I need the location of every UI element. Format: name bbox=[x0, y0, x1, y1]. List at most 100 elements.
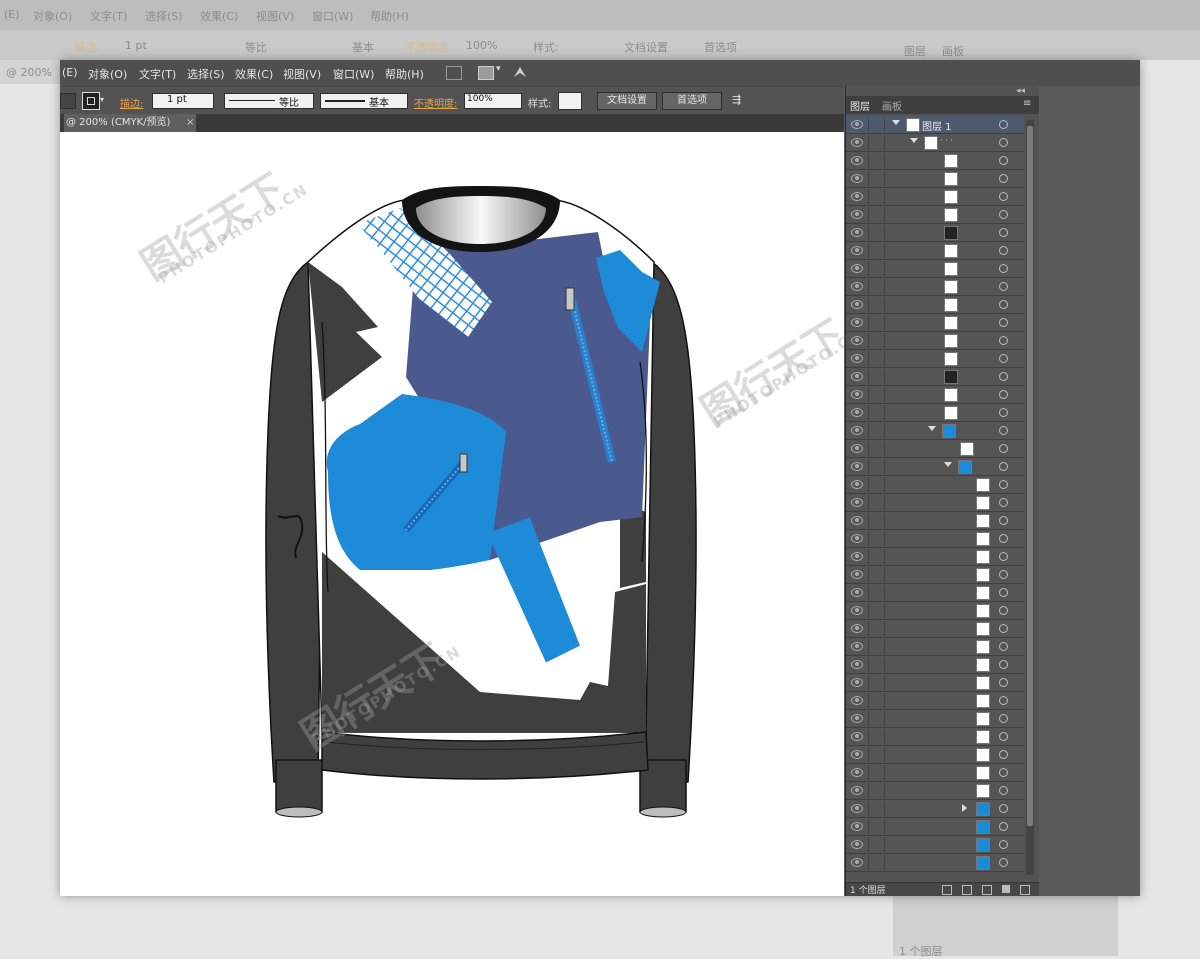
target-icon[interactable] bbox=[999, 696, 1008, 705]
bridge-icon[interactable] bbox=[446, 66, 462, 80]
lock-toggle[interactable] bbox=[868, 657, 885, 672]
expand-group-icon[interactable] bbox=[928, 426, 936, 431]
sublayer-row[interactable] bbox=[846, 692, 1024, 710]
target-icon[interactable] bbox=[999, 750, 1008, 759]
visibility-eye-icon[interactable] bbox=[851, 732, 863, 741]
target-icon[interactable] bbox=[999, 552, 1008, 561]
sublayer-row[interactable] bbox=[846, 242, 1024, 260]
make-clipping-mask-icon[interactable] bbox=[962, 885, 972, 895]
lock-toggle[interactable] bbox=[868, 819, 885, 834]
close-tab-icon[interactable]: × bbox=[186, 114, 194, 132]
sublayer-row[interactable] bbox=[846, 386, 1024, 404]
target-icon[interactable] bbox=[999, 138, 1008, 147]
target-icon[interactable] bbox=[999, 372, 1008, 381]
sublayer-row[interactable] bbox=[846, 746, 1024, 764]
sublayer-row[interactable] bbox=[846, 440, 1024, 458]
fill-dropdown[interactable] bbox=[60, 93, 76, 109]
visibility-eye-icon[interactable] bbox=[851, 138, 863, 147]
visibility-eye-icon[interactable] bbox=[851, 606, 863, 615]
visibility-eye-icon[interactable] bbox=[851, 768, 863, 777]
visibility-eye-icon[interactable] bbox=[851, 804, 863, 813]
target-icon[interactable] bbox=[999, 246, 1008, 255]
visibility-eye-icon[interactable] bbox=[851, 210, 863, 219]
lock-toggle[interactable] bbox=[868, 675, 885, 690]
visibility-eye-icon[interactable] bbox=[851, 282, 863, 291]
preferences-button[interactable]: 首选项 bbox=[662, 92, 722, 110]
visibility-eye-icon[interactable] bbox=[851, 696, 863, 705]
stroke-weight-field[interactable]: 1 pt bbox=[152, 93, 214, 109]
lock-toggle[interactable] bbox=[868, 207, 885, 222]
visibility-eye-icon[interactable] bbox=[851, 624, 863, 633]
visibility-eye-icon[interactable] bbox=[851, 588, 863, 597]
visibility-eye-icon[interactable] bbox=[851, 156, 863, 165]
lock-toggle[interactable] bbox=[868, 783, 885, 798]
visibility-eye-icon[interactable] bbox=[851, 570, 863, 579]
document-tab[interactable]: @ 200% (CMYK/预览) × bbox=[64, 114, 196, 132]
document-setup-button[interactable]: 文档设置 bbox=[597, 92, 657, 110]
target-icon[interactable] bbox=[999, 786, 1008, 795]
visibility-eye-icon[interactable] bbox=[851, 534, 863, 543]
sublayer-row[interactable] bbox=[846, 494, 1024, 512]
menu-effect[interactable]: 效果(C) bbox=[235, 66, 273, 82]
target-icon[interactable] bbox=[999, 498, 1008, 507]
visibility-eye-icon[interactable] bbox=[851, 246, 863, 255]
visibility-eye-icon[interactable] bbox=[851, 300, 863, 309]
visibility-eye-icon[interactable] bbox=[851, 120, 863, 129]
sublayer-row[interactable] bbox=[846, 818, 1024, 836]
visibility-eye-icon[interactable] bbox=[851, 264, 863, 273]
sublayer-row[interactable] bbox=[846, 566, 1024, 584]
sublayer-row[interactable] bbox=[846, 782, 1024, 800]
visibility-eye-icon[interactable] bbox=[851, 174, 863, 183]
target-icon[interactable] bbox=[999, 804, 1008, 813]
lock-toggle[interactable] bbox=[868, 621, 885, 636]
target-icon[interactable] bbox=[999, 660, 1008, 669]
opacity-label[interactable]: 不透明度: bbox=[414, 95, 457, 110]
sublayer-row-group[interactable] bbox=[846, 458, 1024, 476]
sublayer-row[interactable] bbox=[846, 404, 1024, 422]
menu-edit[interactable]: (E) bbox=[62, 66, 78, 79]
create-sublayer-icon[interactable] bbox=[982, 885, 992, 895]
layers-scrollbar-thumb[interactable] bbox=[1027, 126, 1033, 826]
sublayer-row[interactable] bbox=[846, 278, 1024, 296]
sublayer-row[interactable] bbox=[846, 674, 1024, 692]
target-icon[interactable] bbox=[999, 642, 1008, 651]
visibility-eye-icon[interactable] bbox=[851, 372, 863, 381]
sublayer-row[interactable] bbox=[846, 638, 1024, 656]
target-icon[interactable] bbox=[999, 318, 1008, 327]
target-icon[interactable] bbox=[999, 336, 1008, 345]
lock-toggle[interactable] bbox=[868, 279, 885, 294]
expand-group-icon[interactable] bbox=[910, 138, 918, 143]
sublayer-row[interactable] bbox=[846, 260, 1024, 278]
sublayer-row[interactable] bbox=[846, 314, 1024, 332]
target-icon[interactable] bbox=[999, 570, 1008, 579]
lock-toggle[interactable] bbox=[868, 297, 885, 312]
sublayer-row[interactable] bbox=[846, 710, 1024, 728]
lock-toggle[interactable] bbox=[868, 117, 885, 132]
target-icon[interactable] bbox=[999, 678, 1008, 687]
layer-row-main[interactable]: 图层 1 bbox=[846, 116, 1024, 134]
lock-toggle[interactable] bbox=[868, 567, 885, 582]
target-icon[interactable] bbox=[999, 408, 1008, 417]
target-icon[interactable] bbox=[999, 444, 1008, 453]
panel-options-icon[interactable]: ≡ bbox=[1023, 98, 1031, 109]
lock-toggle[interactable] bbox=[868, 153, 885, 168]
lock-toggle[interactable] bbox=[868, 135, 885, 150]
visibility-eye-icon[interactable] bbox=[851, 750, 863, 759]
sublayer-row[interactable] bbox=[846, 530, 1024, 548]
lock-toggle[interactable] bbox=[868, 369, 885, 384]
visibility-eye-icon[interactable] bbox=[851, 426, 863, 435]
target-icon[interactable] bbox=[999, 480, 1008, 489]
lock-toggle[interactable] bbox=[868, 225, 885, 240]
sublayer-row[interactable] bbox=[846, 170, 1024, 188]
visibility-eye-icon[interactable] bbox=[851, 858, 863, 867]
stroke-label[interactable]: 描边: bbox=[120, 95, 143, 110]
lock-toggle[interactable] bbox=[868, 639, 885, 654]
lock-toggle[interactable] bbox=[868, 603, 885, 618]
panel-menu-icon[interactable]: ⇶ bbox=[732, 93, 741, 106]
lock-toggle[interactable] bbox=[868, 531, 885, 546]
lock-toggle[interactable] bbox=[868, 261, 885, 276]
lock-toggle[interactable] bbox=[868, 189, 885, 204]
lock-toggle[interactable] bbox=[868, 837, 885, 852]
delete-layer-icon[interactable] bbox=[1020, 885, 1030, 895]
visibility-eye-icon[interactable] bbox=[851, 498, 863, 507]
